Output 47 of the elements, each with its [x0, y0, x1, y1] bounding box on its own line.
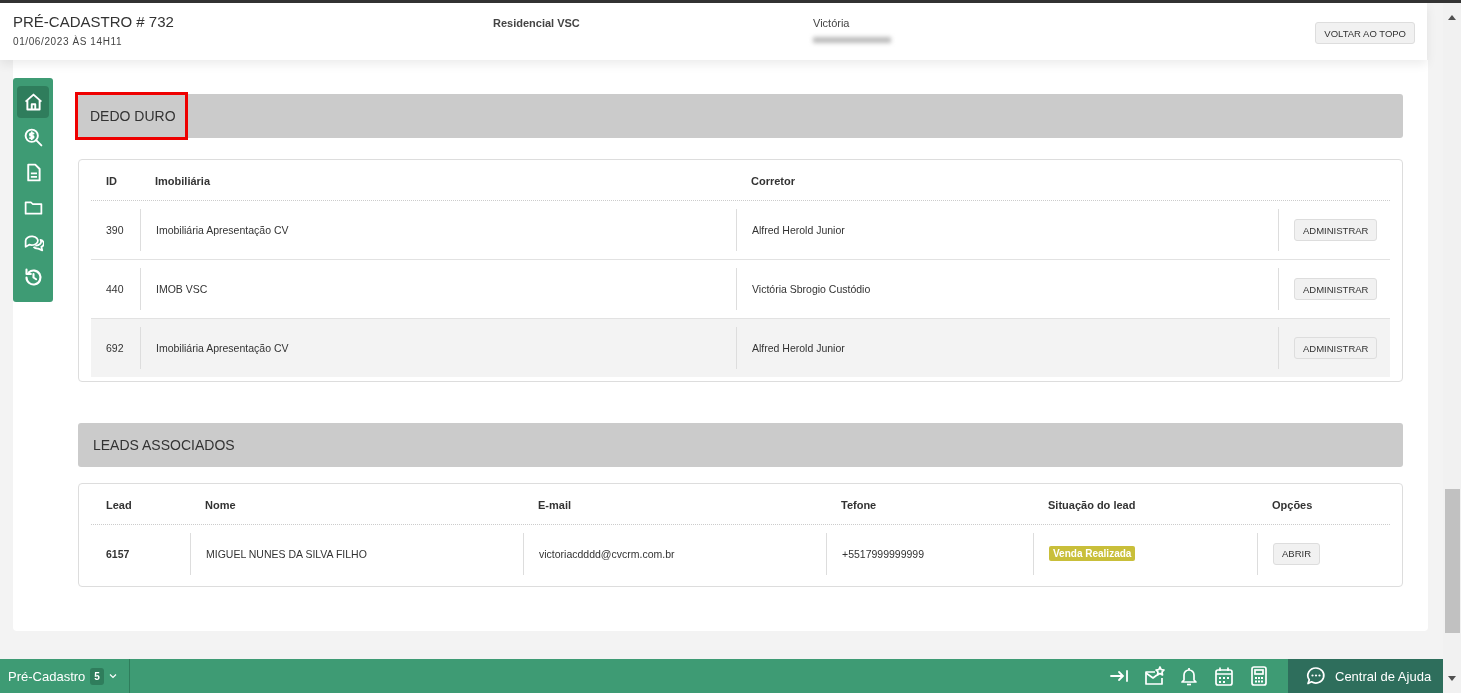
- manage-button[interactable]: ADMINISTRAR: [1294, 219, 1378, 241]
- manage-button[interactable]: ADMINISTRAR: [1294, 337, 1378, 359]
- search-dollar-icon: [22, 126, 44, 148]
- module-tab[interactable]: Pré-Cadastro 5: [0, 659, 130, 693]
- column-header: E-mail: [537, 499, 571, 511]
- open-button[interactable]: ABRIR: [1273, 542, 1321, 565]
- manage-button[interactable]: ADMINISTRAR: [1294, 278, 1378, 300]
- column-header: Situação do lead: [1047, 499, 1136, 511]
- envelope-star-icon[interactable]: [1143, 665, 1165, 687]
- table-cell-text: victoriacdddd@cvcrm.com.br: [538, 546, 675, 562]
- section-title: LEADS ASSOCIADOS: [92, 437, 235, 453]
- enterprise-name: Residencial VSC: [493, 17, 580, 29]
- sidebar-item[interactable]: [17, 86, 49, 118]
- column-header: Imobiliária: [154, 175, 211, 187]
- chat-dots-icon: [1305, 665, 1327, 687]
- user-name: Victória: [813, 17, 850, 29]
- table-cell-text: MIGUEL NUNES DA SILVA FILHO: [205, 546, 367, 562]
- table-cell-text: Alfred Herold Junior: [751, 341, 845, 356]
- column-header: Lead: [105, 499, 132, 511]
- table-cell-text: +5517999999999: [841, 546, 925, 562]
- column-header: Opções: [1271, 499, 1313, 511]
- column-header: Corretor: [750, 175, 795, 187]
- bell-icon[interactable]: [1178, 665, 1200, 687]
- table-cell-text: Victória Sbrogio Custódio: [751, 282, 871, 297]
- table-cell-text: Imobiliária Apresentação CV: [155, 223, 289, 238]
- status-badge: Venda Realizada: [1049, 546, 1136, 561]
- date-time: 01/06/2023 ÀS 14H11: [13, 36, 124, 47]
- help-center-button[interactable]: Central de Ajuda: [1288, 659, 1443, 693]
- table-cell-text: 6157: [105, 546, 130, 562]
- column-header: Tefone: [840, 499, 877, 511]
- table-cell-text: 692: [105, 341, 124, 356]
- table-cell-text: Alfred Herold Junior: [751, 223, 845, 238]
- column-header: ID: [105, 175, 117, 187]
- history-icon: [22, 266, 44, 288]
- caret-icon: [108, 673, 117, 679]
- calculator-icon[interactable]: [1248, 665, 1270, 687]
- calendar-icon[interactable]: [1213, 665, 1235, 687]
- table-cell-text: Imobiliária Apresentação CV: [155, 341, 289, 356]
- table-cell-text: IMOB VSC: [155, 282, 208, 297]
- section-title: DEDO DURO: [89, 108, 176, 124]
- column-header: Nome: [204, 499, 236, 511]
- table-cell-text: 390: [105, 223, 124, 238]
- back-to-top-button[interactable]: VOLTAR AO TOPO: [1315, 22, 1415, 44]
- page-title: PRÉ-CADASTRO # 732: [13, 13, 175, 30]
- table-cell-text: 440: [105, 282, 124, 297]
- home-icon: [22, 91, 44, 113]
- count-badge: 5: [90, 667, 104, 685]
